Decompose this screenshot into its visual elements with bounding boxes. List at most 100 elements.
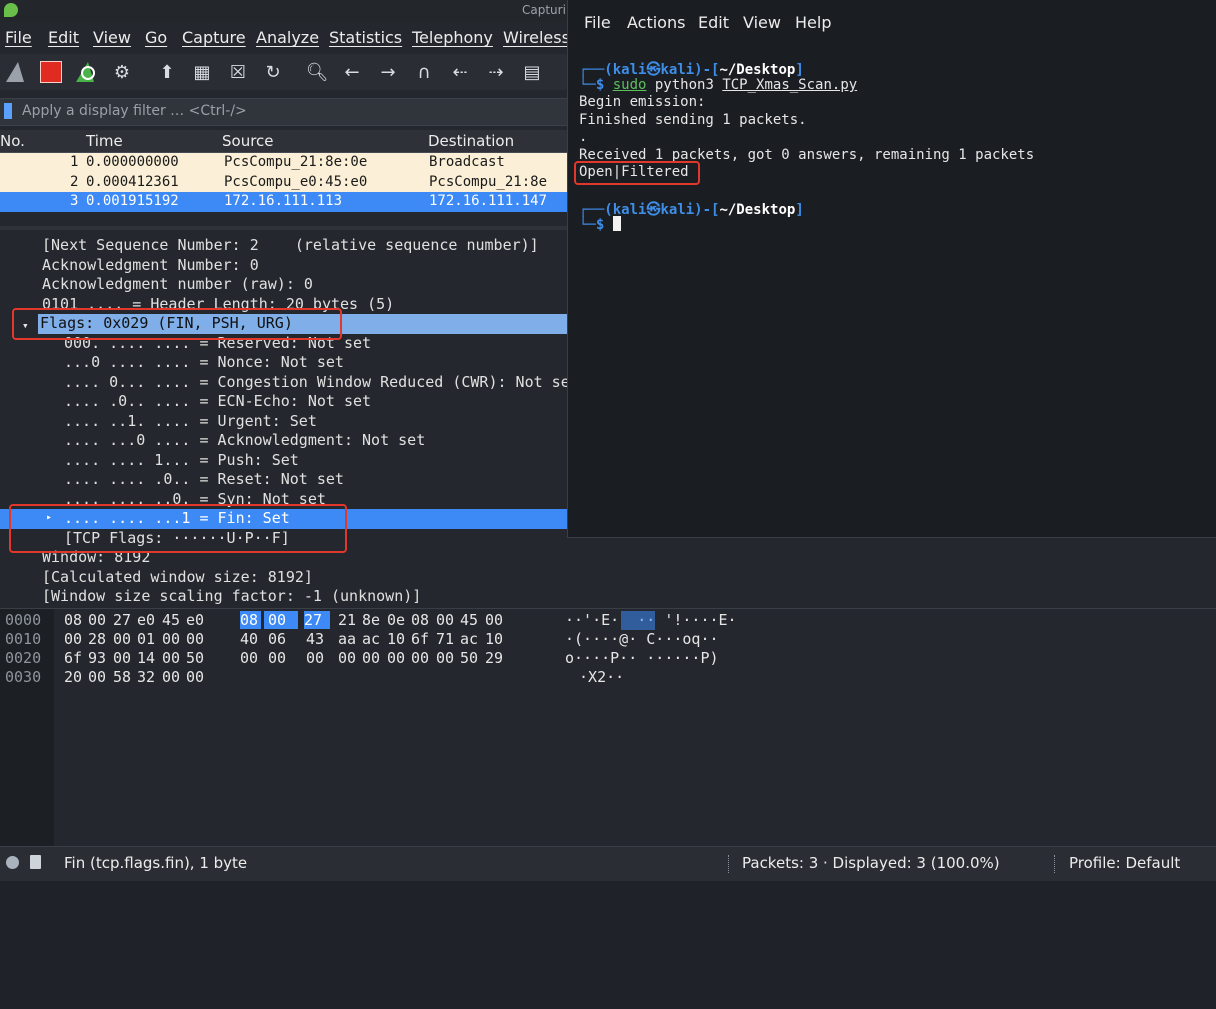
terminal-prompt-line: ┌──(kali㉿kali)-[~/Desktop]: [579, 202, 804, 218]
hex-byte: 00: [64, 630, 83, 648]
menu-go[interactable]: Go: [145, 28, 167, 47]
status-separator: [728, 855, 730, 873]
menu-wireless[interactable]: Wireless: [503, 28, 570, 47]
menu-edit[interactable]: Edit: [48, 28, 79, 47]
status-separator: [1054, 855, 1056, 873]
column-time[interactable]: Time: [86, 132, 123, 150]
shark-fin-start-icon[interactable]: [3, 58, 31, 86]
edit-comment-icon[interactable]: [30, 855, 41, 869]
restart-capture-icon[interactable]: [73, 58, 101, 86]
find-packet-search-icon[interactable]: 🔍︎: [303, 58, 331, 86]
go-to-packet-icon[interactable]: ∩: [410, 58, 438, 86]
prompt-dir: ~/Desktop: [719, 62, 796, 78]
hex-byte: 14: [137, 649, 156, 667]
go-back-arrow-icon[interactable]: ←: [338, 58, 366, 86]
hex-byte: 00: [268, 649, 287, 667]
packet-source: PcsCompu_e0:45:e0: [224, 174, 368, 190]
hex-byte: 00: [162, 649, 181, 667]
terminal-window[interactable]: File Actions Edit View Help ┌──(kali㉿kal…: [567, 0, 1216, 538]
hex-byte: 6f: [64, 649, 83, 667]
hex-byte: 45: [162, 611, 181, 629]
flags-highlight-box: [12, 308, 342, 340]
term-menu-view[interactable]: View: [743, 13, 781, 32]
autoscroll-icon[interactable]: ▤: [518, 58, 546, 86]
terminal-output-line: .: [579, 129, 588, 145]
menu-statistics[interactable]: Statistics: [329, 28, 402, 47]
hex-byte: 08: [64, 611, 83, 629]
hex-row[interactable]: 0000 08 00 27 e0 45 e0 08 00 27 21 8e 0e…: [0, 611, 1216, 630]
term-menu-file[interactable]: File: [584, 13, 611, 32]
hex-byte: ac: [460, 630, 479, 648]
hex-byte: 21: [338, 611, 357, 629]
detail-line[interactable]: [Window size scaling factor: -1 (unknown…: [0, 587, 1216, 607]
packet-no: 3: [70, 193, 79, 209]
hex-row[interactable]: 0030 20 00 58 32 00 00 ·X2··: [0, 668, 1216, 687]
wireshark-statusbar: Fin (tcp.flags.fin), 1 byte Packets: 3 ·…: [0, 846, 1216, 881]
hex-byte: 40: [240, 630, 259, 648]
terminal-input-line[interactable]: └─$: [579, 216, 621, 234]
last-packet-icon[interactable]: ⇢: [482, 58, 510, 86]
packet-no: 1: [70, 154, 79, 170]
first-packet-icon[interactable]: ⇠: [446, 58, 474, 86]
hex-byte: 28: [88, 630, 107, 648]
hex-byte: 00: [436, 649, 455, 667]
hex-byte: 00: [485, 611, 504, 629]
status-profile[interactable]: Profile: Default: [1069, 854, 1180, 872]
capture-status-icon[interactable]: [6, 856, 19, 869]
menu-file[interactable]: File: [5, 28, 32, 47]
close-file-icon[interactable]: ☒: [224, 58, 252, 86]
terminal-output-line: Finished sending 1 packets.: [579, 112, 807, 128]
terminal-prompt-line: ┌──(kali㉿kali)-[~/Desktop]: [579, 62, 804, 78]
menu-telephony[interactable]: Telephony: [412, 28, 493, 47]
column-no[interactable]: No.: [0, 132, 25, 150]
detail-line[interactable]: [Calculated window size: 8192]: [0, 568, 1216, 588]
hex-byte: 8e: [362, 611, 381, 629]
hex-byte-highlighted: 08: [240, 611, 262, 629]
hex-byte: 00: [240, 649, 259, 667]
command-script: TCP_Xmas_Scan.py: [722, 77, 858, 93]
hex-byte: 00: [362, 649, 381, 667]
reload-file-icon[interactable]: ↻: [259, 58, 287, 86]
column-source[interactable]: Source: [222, 132, 274, 150]
command-python: python3: [654, 77, 714, 93]
hex-byte: 10: [387, 630, 406, 648]
term-menu-actions[interactable]: Actions: [627, 13, 685, 32]
hex-byte: 6f: [411, 630, 430, 648]
hex-ascii: o····P·· ······P): [565, 649, 719, 667]
hex-row[interactable]: 0020 6f 93 00 14 00 50 00 00 00 00 00 00…: [0, 649, 1216, 668]
save-file-icon[interactable]: ▦: [188, 58, 216, 86]
menu-analyze[interactable]: Analyze: [256, 28, 319, 47]
term-menu-help[interactable]: Help: [795, 13, 831, 32]
wireshark-logo-icon: [4, 3, 18, 17]
menu-view[interactable]: View: [93, 28, 131, 47]
hex-byte: 00: [186, 630, 205, 648]
hex-byte: 10: [485, 630, 504, 648]
hex-byte: 00: [387, 649, 406, 667]
capture-options-gear-icon[interactable]: ⚙: [108, 58, 136, 86]
hex-byte: 20: [64, 668, 83, 686]
go-forward-arrow-icon[interactable]: →: [374, 58, 402, 86]
hex-byte: 00: [436, 611, 455, 629]
open-file-icon[interactable]: ⬆: [153, 58, 181, 86]
hex-byte-highlighted: 00: [264, 611, 299, 629]
menu-capture[interactable]: Capture: [182, 28, 246, 47]
display-filter-input[interactable]: Apply a display filter … <Ctrl-/>: [22, 103, 247, 119]
hex-byte: 00: [338, 649, 357, 667]
prompt-host: kali: [660, 62, 695, 78]
stop-capture-icon[interactable]: [37, 58, 65, 86]
hex-byte: 32: [137, 668, 156, 686]
detail-text: [Window size scaling factor: -1 (unknown…: [42, 587, 422, 605]
terminal-output-line: Begin emission:: [579, 94, 706, 110]
prompt-user: kali: [612, 62, 647, 78]
filter-bookmark-icon[interactable]: [4, 103, 12, 119]
packet-source: PcsCompu_21:8e:0e: [224, 154, 368, 170]
hex-row[interactable]: 0010 00 28 00 01 00 00 40 06 43 aa ac 10…: [0, 630, 1216, 649]
packet-time: 0.001915192: [86, 193, 179, 209]
hex-byte: 00: [306, 649, 325, 667]
hex-byte: 00: [113, 630, 132, 648]
term-menu-edit[interactable]: Edit: [698, 13, 729, 32]
column-destination[interactable]: Destination: [428, 132, 514, 150]
hex-byte: 00: [186, 668, 205, 686]
detail-text: ...0 .... .... = Nonce: Not set: [64, 353, 344, 371]
detail-text: .... 0... .... = Congestion Window Reduc…: [64, 373, 579, 391]
